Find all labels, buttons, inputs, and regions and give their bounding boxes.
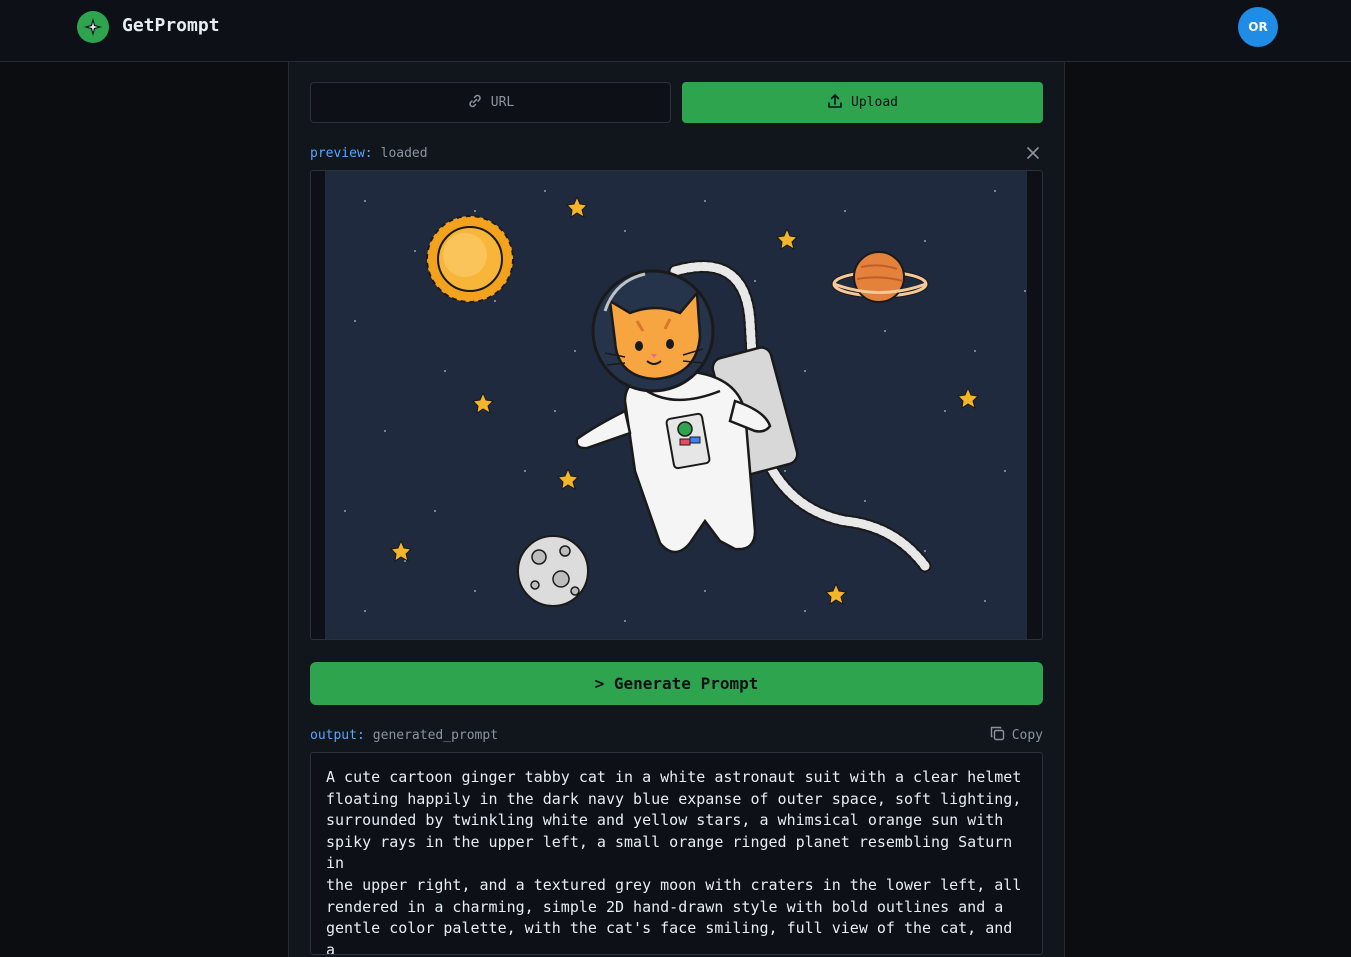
preview-label-row: preview: loaded	[310, 143, 1043, 163]
output-name: generated_prompt	[372, 727, 499, 743]
main-panel: URL Upload preview: loaded > Generate Pr…	[288, 62, 1065, 957]
tab-url[interactable]: URL	[310, 82, 671, 123]
output-label-row: output: generated_prompt Copy	[310, 725, 1043, 745]
preview-image	[325, 171, 1027, 639]
sparkle-icon[interactable]	[77, 11, 109, 43]
copy-label: Copy	[1011, 727, 1043, 743]
tab-upload-label: Upload	[851, 95, 898, 110]
link-icon	[467, 93, 483, 113]
app-title[interactable]: GetPrompt	[122, 15, 220, 36]
preview-key: preview:	[310, 145, 373, 161]
user-avatar[interactable]: OR	[1238, 7, 1278, 47]
top-bar: GetPrompt OR	[0, 0, 1351, 62]
upload-icon	[827, 93, 843, 113]
generate-prompt-button[interactable]: > Generate Prompt	[310, 662, 1043, 705]
tab-url-label: URL	[490, 95, 515, 110]
output-key: output:	[310, 727, 365, 743]
close-icon[interactable]	[1023, 143, 1043, 163]
copy-button[interactable]: Copy	[990, 725, 1043, 745]
tab-upload[interactable]: Upload	[682, 82, 1043, 123]
image-preview	[310, 170, 1043, 640]
preview-status: loaded	[380, 145, 428, 161]
output-text[interactable]: A cute cartoon ginger tabby cat in a whi…	[310, 752, 1043, 955]
copy-icon	[990, 726, 1005, 745]
